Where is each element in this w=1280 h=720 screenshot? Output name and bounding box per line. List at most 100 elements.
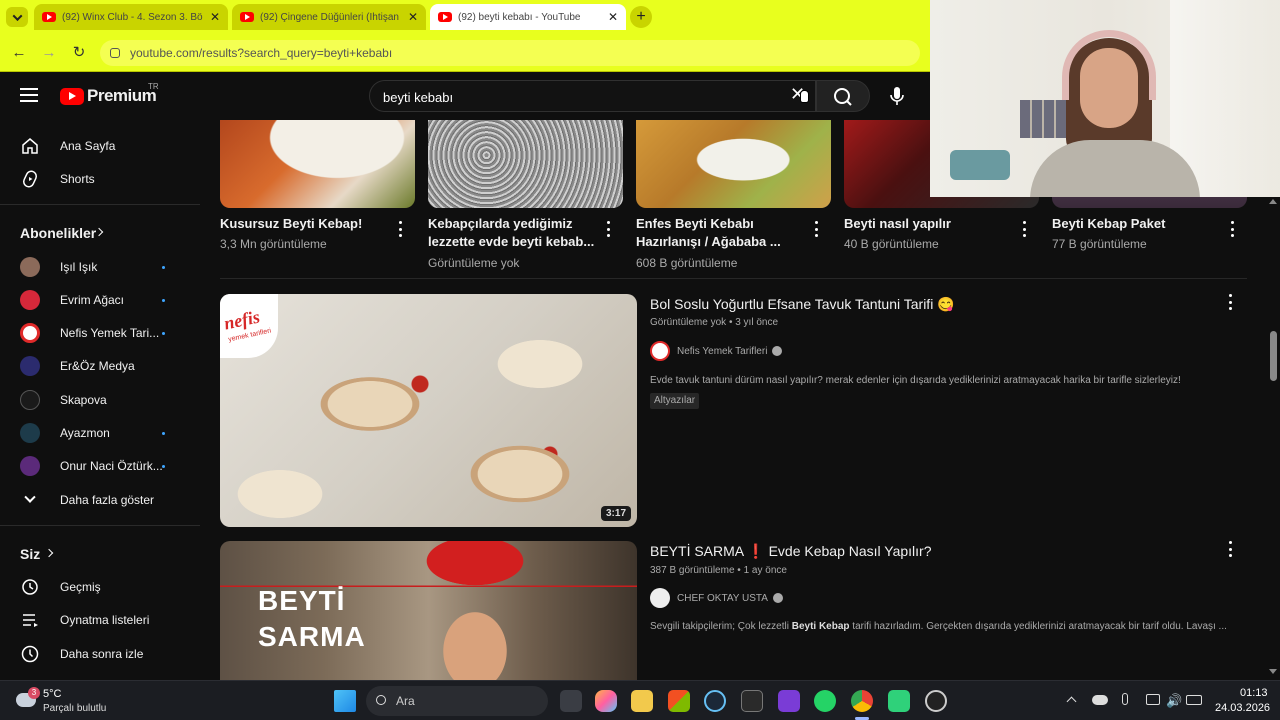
more-actions-icon[interactable]	[1021, 221, 1027, 237]
game-bar-icon[interactable]	[888, 690, 910, 712]
youtube-header: Premium TR ✕	[0, 72, 930, 120]
video-title[interactable]: BEYTİ SARMA ❗ Evde Kebap Nasıl Yapılır?	[650, 543, 932, 560]
video-thumbnail[interactable]: BEYTİ SARMA	[220, 541, 637, 680]
search-button[interactable]	[816, 80, 870, 112]
chevron-right-icon	[44, 548, 54, 558]
show-more-button[interactable]: Daha fazla göster	[0, 484, 200, 516]
weather-temperature: 5°C	[43, 688, 62, 700]
start-windows-icon[interactable]	[334, 690, 356, 712]
sidebar-item-playlists[interactable]: Oynatma listeleri	[0, 604, 200, 636]
browser-tab-beyti[interactable]: (92) beyti kebabı - YouTube ✕	[430, 4, 626, 30]
whatsapp-icon[interactable]	[814, 690, 836, 712]
clock-date[interactable]: 24.03.2026	[1215, 702, 1270, 714]
scrollbar-thumb[interactable]	[1270, 331, 1277, 381]
show-hidden-icons-icon[interactable]	[1066, 696, 1077, 707]
shelf-video-title[interactable]: Enfes Beyti Kebabı Hazırlanışı / Ağababa…	[636, 215, 806, 251]
microsoft-store-icon[interactable]	[668, 690, 690, 712]
channel-avatar	[20, 390, 40, 410]
sidebar-item-subscription[interactable]: Nefis Yemek Tari...	[0, 317, 200, 349]
menu-icon[interactable]	[20, 88, 38, 102]
shelf-video-title[interactable]: Beyti nasıl yapılır	[844, 215, 1014, 233]
more-actions-icon[interactable]	[1229, 221, 1235, 237]
page-scrollbar[interactable]	[1266, 197, 1280, 680]
sidebar-item-label: Onur Naci Öztürk...	[60, 459, 163, 473]
sidebar-item-label: Işıl Işık	[60, 260, 98, 274]
chrome-icon[interactable]	[851, 690, 873, 712]
task-view-icon[interactable]	[560, 690, 582, 712]
clock-time[interactable]: 01:13	[1240, 687, 1268, 699]
clipchamp-icon[interactable]	[778, 690, 800, 712]
watch-later-icon	[20, 644, 40, 664]
weather-widget[interactable]: 3 5°C Parçalı bulutlu	[14, 685, 134, 717]
sidebar-item-subscription[interactable]: Skapova	[0, 384, 200, 416]
shelf-video-title[interactable]: Beyti Kebap Paket	[1052, 215, 1222, 233]
shelf-video-title[interactable]: Kebapçılarda yediğimiz lezzette evde bey…	[428, 215, 598, 251]
video-thumbnail[interactable]: nefis yemek tarifleri 3:17	[220, 294, 637, 527]
shelf-video-thumbnail[interactable]	[428, 120, 623, 208]
shelf-video-title[interactable]: Kusursuz Beyti Kebap!	[220, 215, 390, 233]
mouse-cursor-icon	[800, 90, 809, 103]
microphone-tray-icon[interactable]	[1122, 693, 1128, 705]
channel-avatar	[20, 257, 40, 277]
sidebar-item-label: Evrim Ağacı	[60, 293, 125, 307]
shelf-video-thumbnail[interactable]	[636, 120, 831, 208]
sidebar-item-history[interactable]: Geçmiş	[0, 571, 200, 603]
battery-icon[interactable]	[1186, 695, 1202, 705]
windows-taskbar: 3 5°C Parçalı bulutlu Ara 🔊 01:13 24.03.…	[0, 680, 1280, 720]
epic-games-icon[interactable]	[741, 690, 763, 712]
title-rest: Evde Kebap Nasıl Yapılır?	[768, 543, 932, 559]
more-actions-icon[interactable]	[813, 221, 819, 237]
obs-icon[interactable]	[925, 690, 947, 712]
file-explorer-icon[interactable]	[631, 690, 653, 712]
search-input[interactable]	[383, 87, 783, 107]
taskbar-search[interactable]: Ara	[366, 686, 548, 716]
sidebar-item-watch-later[interactable]: Daha sonra izle	[0, 638, 200, 670]
site-info-icon[interactable]	[110, 48, 120, 58]
sidebar-item-subscription[interactable]: Işıl Işık	[0, 251, 200, 283]
browser-tab-cingene[interactable]: (92) Çingene Düğünleri (İhtişan ✕	[232, 4, 426, 30]
scroll-up-arrow-icon[interactable]	[1269, 199, 1277, 204]
upload-age: 1 ay önce	[743, 565, 787, 576]
url-field[interactable]: youtube.com/results?search_query=beyti+k…	[100, 40, 920, 66]
close-tab-icon[interactable]: ✕	[408, 10, 418, 24]
browser-tab-winx[interactable]: (92) Winx Club - 4. Sezon 3. Bö ✕	[34, 4, 228, 30]
title-main: BEYTİ SARMA	[650, 543, 744, 559]
sidebar-item-subscription[interactable]: Ayazmon	[0, 417, 200, 449]
more-actions-icon[interactable]	[1227, 541, 1233, 557]
video-title[interactable]: Bol Soslu Yoğurtlu Efsane Tavuk Tantuni …	[650, 296, 955, 313]
sidebar-item-home[interactable]: Ana Sayfa	[0, 130, 200, 162]
subscriptions-heading[interactable]: Abonelikler	[0, 216, 200, 248]
new-tab-button[interactable]: +	[630, 6, 652, 28]
sidebar-item-subscription[interactable]: Evrim Ağacı	[0, 284, 200, 316]
forward-button[interactable]: →	[38, 42, 60, 64]
channel-link[interactable]: Nefis Yemek Tarifleri	[650, 341, 783, 361]
network-icon[interactable]	[1146, 694, 1160, 705]
sidebar-item-subscription[interactable]: Er&Öz Medya	[0, 350, 200, 382]
more-actions-icon[interactable]	[397, 221, 403, 237]
steam-icon[interactable]	[704, 690, 726, 712]
new-content-dot	[162, 298, 165, 302]
back-button[interactable]: ←	[8, 42, 30, 64]
more-actions-icon[interactable]	[605, 221, 611, 237]
duration-badge: 3:17	[600, 506, 631, 521]
new-content-dot	[162, 431, 165, 435]
weather-description: Parçalı bulutlu	[43, 703, 107, 714]
sidebar-item-label: Ayazmon	[60, 426, 110, 440]
copilot-icon[interactable]	[595, 690, 617, 712]
close-tab-icon[interactable]: ✕	[608, 10, 618, 24]
you-heading[interactable]: Siz	[0, 537, 200, 569]
shelf-video-thumbnail[interactable]	[220, 120, 415, 208]
sidebar-item-shorts[interactable]: Shorts	[0, 163, 200, 195]
voice-search-button[interactable]	[880, 80, 914, 112]
onedrive-icon[interactable]	[1092, 695, 1108, 705]
scroll-down-arrow-icon[interactable]	[1269, 669, 1277, 674]
tab-list-dropdown-button[interactable]	[6, 7, 28, 27]
reload-button[interactable]: ↻	[68, 42, 90, 64]
volume-icon[interactable]: 🔊	[1166, 693, 1182, 709]
more-actions-icon[interactable]	[1227, 294, 1233, 310]
sidebar-item-subscription[interactable]: Onur Naci Öztürk...	[0, 450, 200, 482]
youtube-premium-logo[interactable]: Premium TR	[60, 82, 159, 106]
verified-icon	[772, 593, 783, 603]
close-tab-icon[interactable]: ✕	[210, 10, 220, 24]
channel-link[interactable]: CHEF OKTAY USTA	[650, 588, 783, 608]
